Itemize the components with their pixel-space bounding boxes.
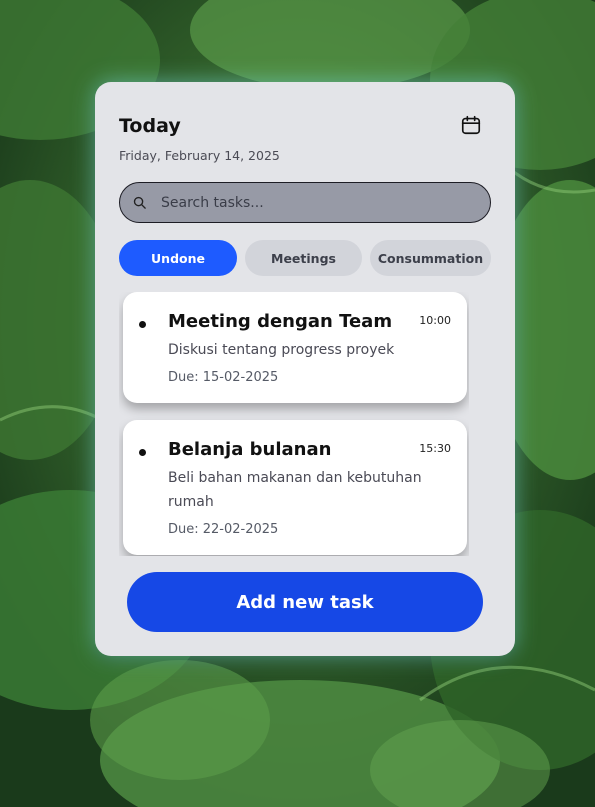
task-due-date: Due: 22-02-2025 bbox=[168, 522, 279, 537]
add-task-button[interactable]: Add new task bbox=[127, 572, 483, 632]
task-list[interactable]: Meeting dengan Team 10:00 Diskusi tentan… bbox=[119, 292, 469, 556]
search-bar bbox=[119, 182, 491, 223]
search-input[interactable] bbox=[159, 193, 463, 212]
calendar-button[interactable] bbox=[457, 113, 485, 141]
calendar-icon bbox=[460, 114, 482, 140]
current-date: Friday, February 14, 2025 bbox=[119, 148, 280, 163]
task-description: Diskusi tentang progress proyek bbox=[168, 342, 395, 358]
task-card[interactable]: Belanja bulanan 15:30 Beli bahan makanan… bbox=[123, 420, 467, 555]
todo-card: Today Friday, February 14, 2025 Undone M… bbox=[95, 82, 515, 656]
tab-undone[interactable]: Undone bbox=[119, 240, 237, 276]
task-bullet bbox=[139, 449, 146, 456]
tab-meetings[interactable]: Meetings bbox=[245, 240, 362, 276]
search-icon bbox=[132, 195, 147, 210]
task-card[interactable]: Meeting dengan Team 10:00 Diskusi tentan… bbox=[123, 292, 467, 403]
task-title: Meeting dengan Team bbox=[168, 311, 393, 332]
task-time: 15:30 bbox=[419, 442, 451, 455]
page-title: Today bbox=[119, 115, 181, 137]
task-bullet bbox=[139, 321, 146, 328]
task-due-date: Due: 15-02-2025 bbox=[168, 370, 279, 385]
task-description: Beli bahan makanan dan kebutuhan rumah bbox=[168, 470, 422, 510]
task-title: Belanja bulanan bbox=[168, 439, 332, 460]
tab-consummation[interactable]: Consummation bbox=[370, 240, 491, 276]
task-time: 10:00 bbox=[419, 314, 451, 327]
